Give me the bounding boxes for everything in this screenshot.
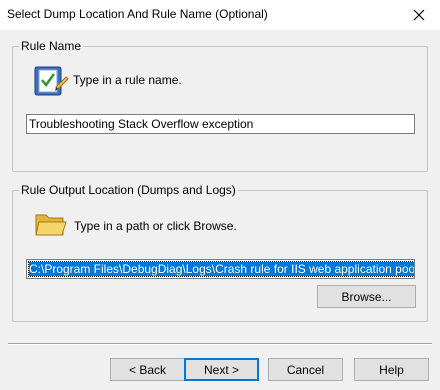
rule-name-prompt: Type in a rule name.: [73, 73, 182, 87]
title-bar: Select Dump Location And Rule Name (Opti…: [0, 0, 440, 30]
rule-name-value: Troubleshooting Stack Overflow exception: [29, 117, 254, 131]
output-path-input[interactable]: C:\Program Files\DebugDiag\Logs\Crash ru…: [26, 259, 415, 279]
back-button[interactable]: < Back: [110, 358, 185, 381]
rule-name-input[interactable]: Troubleshooting Stack Overflow exception: [26, 114, 415, 134]
cancel-button-label: Cancel: [286, 362, 325, 377]
rule-name-legend: Rule Name: [19, 39, 84, 53]
window-title: Select Dump Location And Rule Name (Opti…: [7, 7, 268, 21]
next-button-label: Next >: [203, 362, 239, 377]
help-button-label: Help: [379, 362, 404, 377]
browse-button-label: Browse...: [341, 289, 392, 304]
output-location-prompt: Type in a path or click Browse.: [74, 219, 237, 233]
close-icon: [413, 9, 425, 21]
separator: [8, 343, 432, 345]
output-location-group: Rule Output Location (Dumps and Logs) Ty…: [12, 183, 428, 322]
folder-icon: [35, 214, 67, 236]
checklist-pencil-icon: [34, 66, 69, 96]
next-button[interactable]: Next >: [184, 358, 259, 381]
close-button[interactable]: [404, 4, 434, 26]
cancel-button[interactable]: Cancel: [268, 358, 343, 381]
rule-name-group: Rule Name Type in a rule name. Troublesh…: [12, 39, 428, 172]
help-button[interactable]: Help: [354, 358, 429, 381]
back-button-label: < Back: [128, 362, 167, 377]
output-location-legend: Rule Output Location (Dumps and Logs): [19, 183, 238, 197]
output-path-value: C:\Program Files\DebugDiag\Logs\Crash ru…: [27, 261, 414, 277]
browse-button[interactable]: Browse...: [317, 285, 416, 308]
